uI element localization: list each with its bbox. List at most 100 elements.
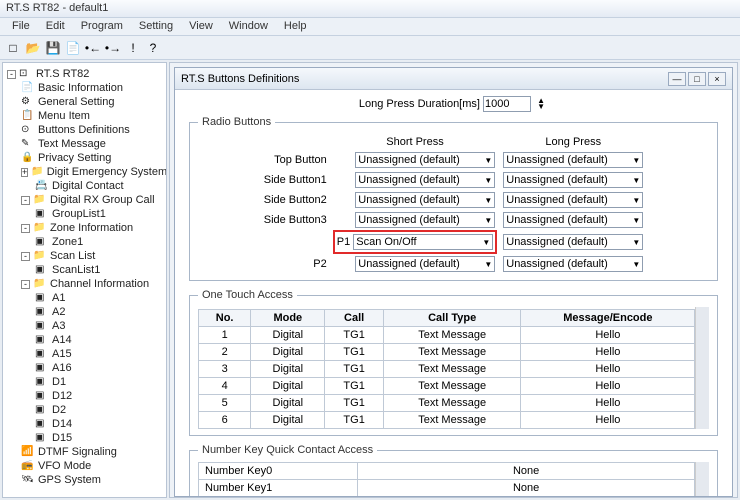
table-row[interactable]: 2DigitalTG1Text MessageHello xyxy=(199,344,695,361)
menu-setting[interactable]: Setting xyxy=(131,20,181,32)
menu-edit[interactable]: Edit xyxy=(38,20,73,32)
table-row[interactable]: 3DigitalTG1Text MessageHello xyxy=(199,361,695,378)
help-icon[interactable]: ! xyxy=(124,39,142,57)
table-row[interactable]: 5DigitalTG1Text MessageHello xyxy=(199,395,695,412)
close-button[interactable]: × xyxy=(708,72,726,86)
tree-item[interactable]: ▣A3 xyxy=(35,319,164,333)
menu-view[interactable]: View xyxy=(181,20,221,32)
tree-item[interactable]: 📶DTMF Signaling xyxy=(21,445,164,459)
ota-table[interactable]: No.ModeCallCall TypeMessage/Encode1Digit… xyxy=(198,309,695,429)
long-press-select[interactable]: Unassigned (default)▼ xyxy=(503,212,643,228)
row-label: Side Button1 xyxy=(260,170,331,190)
ota-header: Mode xyxy=(251,310,325,327)
radio-buttons-group: Radio Buttons Short PressLong PressTop B… xyxy=(189,116,718,281)
radio-legend: Radio Buttons xyxy=(198,116,275,128)
maximize-button[interactable]: □ xyxy=(688,72,706,86)
tree-pane: -⊡RT.S RT82📄Basic Information⚙General Se… xyxy=(2,62,167,498)
tree-item[interactable]: 📄Basic Information xyxy=(21,81,164,95)
menu-window[interactable]: Window xyxy=(221,20,276,32)
tree-folder[interactable]: -📁Digital RX Group Call xyxy=(21,193,164,207)
long-press-select[interactable]: Unassigned (default)▼ xyxy=(503,152,643,168)
menu-program[interactable]: Program xyxy=(73,20,131,32)
table-row[interactable]: Number Key1None xyxy=(199,480,695,497)
tree-item[interactable]: ✎Text Message xyxy=(21,137,164,151)
write-icon[interactable]: •← xyxy=(84,39,102,57)
open-icon[interactable]: 📂 xyxy=(24,39,42,57)
menu-help[interactable]: Help xyxy=(276,20,315,32)
ota-header: Call Type xyxy=(383,310,521,327)
new-icon[interactable]: □ xyxy=(4,39,22,57)
table-row[interactable]: 6DigitalTG1Text MessageHello xyxy=(199,412,695,429)
tree-item[interactable]: ▣D1 xyxy=(35,375,164,389)
tree-item[interactable]: ⚙General Setting xyxy=(21,95,164,109)
scrollbar[interactable] xyxy=(695,307,709,429)
window-title: RT.S RT82 - default1 xyxy=(0,0,740,18)
tree-folder[interactable]: -📁Scan List xyxy=(21,249,164,263)
tree-item[interactable]: ▣D15 xyxy=(35,431,164,445)
tree-folder[interactable]: +📁Digit Emergency System xyxy=(21,165,164,179)
ota-header: Message/Encode xyxy=(521,310,695,327)
tree-item[interactable]: ▣Zone1 xyxy=(35,235,164,249)
save-icon[interactable]: 💾 xyxy=(44,39,62,57)
long-press-select[interactable]: Unassigned (default)▼ xyxy=(503,256,643,272)
table-row[interactable]: Number Key0None xyxy=(199,463,695,480)
about-icon[interactable]: •→ xyxy=(104,39,122,57)
duration-spinner[interactable]: ▲▼ xyxy=(534,98,548,110)
tree-item[interactable]: 📋Menu Item xyxy=(21,109,164,123)
tree-item[interactable]: ▣D12 xyxy=(35,389,164,403)
minimize-button[interactable]: — xyxy=(668,72,686,86)
tree-item[interactable]: ⊙Buttons Definitions xyxy=(21,123,164,137)
number-key-group: Number Key Quick Contact Access Number K… xyxy=(189,444,718,496)
tree-folder[interactable]: -📁Zone Information xyxy=(21,221,164,235)
ota-legend: One Touch Access xyxy=(198,289,297,301)
tree-item[interactable]: ▣D2 xyxy=(35,403,164,417)
row-label: Side Button2 xyxy=(260,190,331,210)
tree-item[interactable]: ▣ScanList1 xyxy=(35,263,164,277)
short-press-select[interactable]: Unassigned (default)▼ xyxy=(355,152,495,168)
subwindow-title: RT.S Buttons Definitions xyxy=(181,73,299,85)
tree-item[interactable]: 📇Digital Contact xyxy=(35,179,164,193)
tree-item[interactable]: ▣GroupList1 xyxy=(35,207,164,221)
long-press-select[interactable]: Unassigned (default)▼ xyxy=(503,172,643,188)
scrollbar[interactable] xyxy=(695,462,709,496)
row-label: Top Button xyxy=(260,150,331,170)
menubar: FileEditProgramSettingViewWindowHelp xyxy=(0,18,740,36)
main-pane: RT.S Buttons Definitions — □ × Long Pres… xyxy=(169,62,738,498)
row-label xyxy=(260,230,331,254)
ota-header: No. xyxy=(199,310,251,327)
tree-item[interactable]: ▣D14 xyxy=(35,417,164,431)
tree-root[interactable]: -⊡RT.S RT82 xyxy=(7,67,164,81)
tree-item[interactable]: 📻VFO Mode xyxy=(21,459,164,473)
table-row[interactable]: 4DigitalTG1Text MessageHello xyxy=(199,378,695,395)
short-press-select[interactable]: Unassigned (default)▼ xyxy=(355,212,495,228)
tree-folder[interactable]: -📁Channel Information xyxy=(21,277,164,291)
menu-file[interactable]: File xyxy=(4,20,38,32)
short-press-select[interactable]: Unassigned (default)▼ xyxy=(355,256,495,272)
ota-header: Call xyxy=(325,310,384,327)
one-touch-access-group: One Touch Access No.ModeCallCall TypeMes… xyxy=(189,289,718,436)
nk-legend: Number Key Quick Contact Access xyxy=(198,444,377,456)
long-press-select[interactable]: Unassigned (default)▼ xyxy=(503,234,643,250)
tree-item[interactable]: ▣A16 xyxy=(35,361,164,375)
tree-item[interactable]: 🛰GPS System xyxy=(21,473,164,487)
long-press-header: Long Press xyxy=(499,134,647,150)
short-press-select[interactable]: Scan On/Off▼ xyxy=(353,234,493,250)
toolbar: □📂💾📄•←•→!? xyxy=(0,36,740,60)
read-icon[interactable]: 📄 xyxy=(64,39,82,57)
buttons-definitions-window: RT.S Buttons Definitions — □ × Long Pres… xyxy=(174,67,733,497)
table-row[interactable]: 1DigitalTG1Text MessageHello xyxy=(199,327,695,344)
duration-label: Long Press Duration[ms] xyxy=(359,98,480,110)
row-label: P2 xyxy=(260,254,331,274)
short-press-select[interactable]: Unassigned (default)▼ xyxy=(355,172,495,188)
tree-item[interactable]: ▣A14 xyxy=(35,333,164,347)
info-icon[interactable]: ? xyxy=(144,39,162,57)
tree-item[interactable]: ▣A1 xyxy=(35,291,164,305)
tree-item[interactable]: ▣A15 xyxy=(35,347,164,361)
tree-item[interactable]: 🔒Privacy Setting xyxy=(21,151,164,165)
tree-item[interactable]: ▣A2 xyxy=(35,305,164,319)
nk-table[interactable]: Number Key0NoneNumber Key1NoneNumber Key… xyxy=(198,462,695,496)
long-press-select[interactable]: Unassigned (default)▼ xyxy=(503,192,643,208)
row-label: Side Button3 xyxy=(260,210,331,230)
duration-input[interactable] xyxy=(483,96,531,112)
short-press-select[interactable]: Unassigned (default)▼ xyxy=(355,192,495,208)
